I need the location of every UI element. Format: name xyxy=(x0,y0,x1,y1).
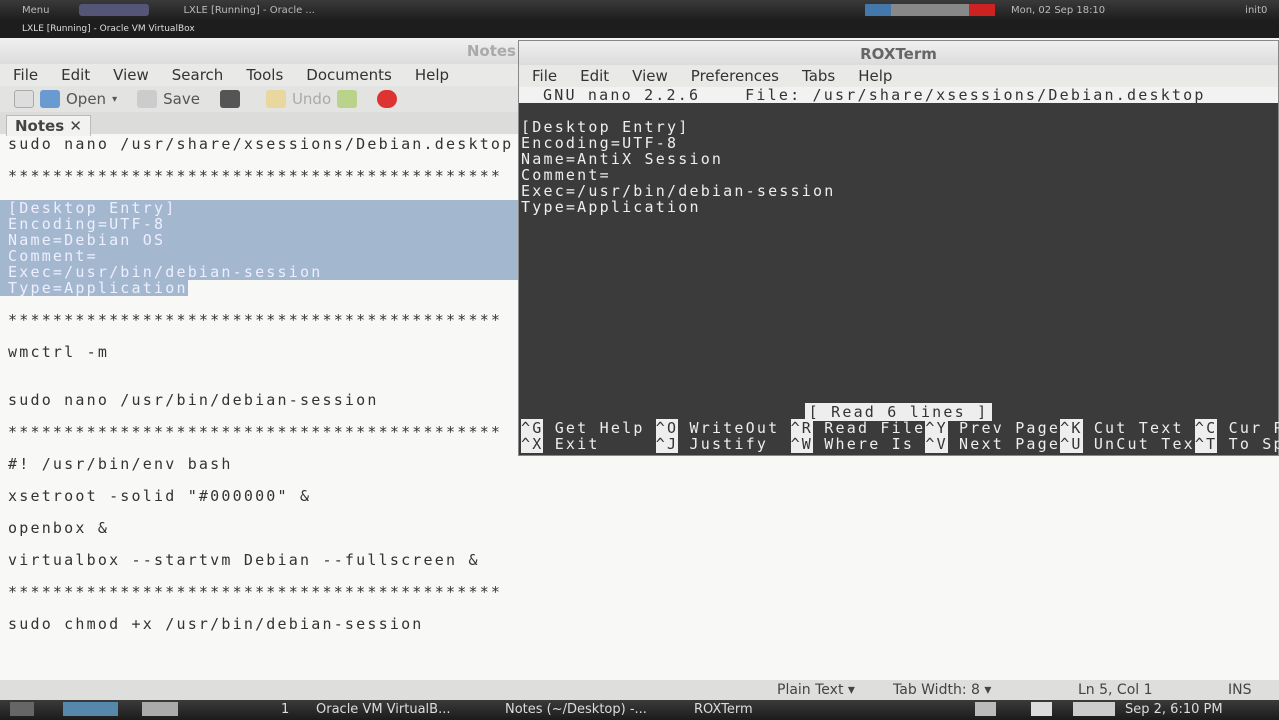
terminal-menu-bar: File Edit View Preferences Tabs Help xyxy=(519,65,1278,87)
undo-button[interactable]: Undo xyxy=(292,90,331,108)
shortcut-key: ^V xyxy=(925,435,948,453)
top-panel: Menu LXLE [Running] - Oracle ... Mon, 02… xyxy=(0,0,1279,20)
terminal-line: [Desktop Entry] xyxy=(521,118,690,136)
task-notes[interactable]: Notes (~/Desktop) -... xyxy=(505,702,647,717)
editor-line: #! /usr/bin/env bash xyxy=(8,455,233,473)
shortcut-label: Exit xyxy=(554,435,656,453)
editor-line: sudo chmod +x /usr/bin/debian-session xyxy=(8,615,424,633)
task-roxterm[interactable]: ROXTerm xyxy=(694,702,753,717)
shortcut-label: Next Page xyxy=(959,435,1061,453)
terminal-line: Name=AntiX Session xyxy=(521,150,724,168)
nano-header: GNU nano 2.2.6 File: /usr/share/xsession… xyxy=(519,87,1278,103)
menu-file[interactable]: File xyxy=(0,66,48,84)
editor-line: ****************************************… xyxy=(8,583,503,601)
shortcuts-row-2: ^X Exit ^J Justify ^W Where Is ^V Next P… xyxy=(521,435,1279,453)
editor-line: xsetroot -solid "#000000" & xyxy=(8,487,312,505)
toolbar: Open ▾ Save Undo xyxy=(0,86,520,112)
cursor-position: Ln 5, Col 1 xyxy=(1078,682,1153,698)
shortcut-key: ^X xyxy=(521,435,544,453)
menu-view[interactable]: View xyxy=(619,67,678,85)
insert-mode: INS xyxy=(1228,682,1252,698)
tray-icons xyxy=(975,702,1115,716)
new-file-icon[interactable] xyxy=(14,90,34,108)
cut-icon[interactable] xyxy=(377,90,398,108)
menu-bar: File Edit View Search Tools Documents He… xyxy=(0,64,520,86)
editor-line: Type=Application xyxy=(0,280,188,296)
open-icon[interactable] xyxy=(40,90,60,108)
editor-line: virtualbox --startvm Debian --fullscreen… xyxy=(8,551,480,569)
menu-view[interactable]: View xyxy=(100,66,159,84)
save-icon[interactable] xyxy=(137,90,158,108)
menu-file[interactable]: File xyxy=(519,67,567,85)
print-icon[interactable] xyxy=(219,90,240,108)
shortcut-key: ^J xyxy=(655,435,679,453)
shortcut-key: ^T xyxy=(1194,435,1218,453)
editor-line: openbox & xyxy=(8,519,110,537)
terminal-line: Exec=/usr/bin/debian-session xyxy=(521,182,836,200)
user-label: init0 xyxy=(1245,4,1268,16)
redo-icon[interactable] xyxy=(337,90,358,108)
menu-help[interactable]: Help xyxy=(845,67,902,85)
menu-edit[interactable]: Edit xyxy=(567,67,619,85)
launcher-icons[interactable] xyxy=(10,702,250,716)
clock: Sep 2, 6:10 PM xyxy=(1125,702,1223,717)
editor-line: Name=Debian OS xyxy=(0,232,518,248)
shortcut-key: ^W xyxy=(790,435,814,453)
taskbar: 1 Oracle VM VirtualB... Notes (~/Desktop… xyxy=(0,700,1279,720)
close-icon[interactable]: ✕ xyxy=(69,117,82,135)
terminal-line: Comment= xyxy=(521,166,611,184)
shortcut-key: ^U xyxy=(1060,435,1083,453)
clock: Mon, 02 Sep 18:10 xyxy=(1010,4,1106,16)
tab-notes[interactable]: Notes ✕ xyxy=(6,115,91,136)
terminal-line: Type=Application xyxy=(521,198,701,216)
menu-tools[interactable]: Tools xyxy=(233,66,293,84)
virtualbox-title: LXLE [Running] - Oracle VM VirtualBox xyxy=(0,20,1279,38)
roxterm-window: ROXTerm File Edit View Preferences Tabs … xyxy=(518,40,1279,456)
shortcut-label: Where Is xyxy=(824,435,926,453)
terminal-line: Encoding=UTF-8 xyxy=(521,134,679,152)
open-button[interactable]: Open xyxy=(66,90,106,108)
tab-label: Notes xyxy=(15,117,65,135)
tray-icons xyxy=(864,4,995,16)
desktop-number[interactable]: 1 xyxy=(281,702,289,717)
tab-width-selector[interactable]: Tab Width: 8 ▾ xyxy=(893,682,991,698)
launcher-icons[interactable] xyxy=(79,4,150,16)
editor-line: Comment= xyxy=(0,248,518,264)
window-title: Notes xyxy=(0,38,520,64)
menu-tabs[interactable]: Tabs xyxy=(789,67,845,85)
syntax-selector[interactable]: Plain Text ▾ xyxy=(777,682,855,698)
undo-icon[interactable] xyxy=(265,90,286,108)
status-bar: Plain Text ▾ Tab Width: 8 ▾ Ln 5, Col 1 … xyxy=(0,680,1279,700)
shortcut-label: Justify xyxy=(689,435,791,453)
menu-preferences[interactable]: Preferences xyxy=(678,67,789,85)
menu-edit[interactable]: Edit xyxy=(48,66,100,84)
menu-documents[interactable]: Documents xyxy=(293,66,402,84)
window-title: ROXTerm xyxy=(519,41,1278,65)
editor-line: Encoding=UTF-8 xyxy=(0,216,518,232)
terminal-content[interactable]: [Desktop Entry] Encoding=UTF-8 Name=AntiX … xyxy=(519,119,1278,215)
menu-help[interactable]: Help xyxy=(402,66,459,84)
shortcut-label: To Spell xyxy=(1228,435,1279,453)
taskbar-item-vbox[interactable]: LXLE [Running] - Oracle ... xyxy=(183,5,315,16)
editor-line: Exec=/usr/bin/debian-session xyxy=(0,264,518,280)
editor-line: [Desktop Entry] xyxy=(0,200,518,216)
shortcuts-row-1: ^G Get Help ^O WriteOut ^R Read File^Y P… xyxy=(521,419,1279,437)
task-virtualbox[interactable]: Oracle VM VirtualB... xyxy=(316,702,450,717)
menu-button[interactable]: Menu xyxy=(22,5,49,16)
shortcut-label: UnCut Tex xyxy=(1093,435,1195,453)
save-button[interactable]: Save xyxy=(163,90,200,108)
menu-search[interactable]: Search xyxy=(159,66,234,84)
